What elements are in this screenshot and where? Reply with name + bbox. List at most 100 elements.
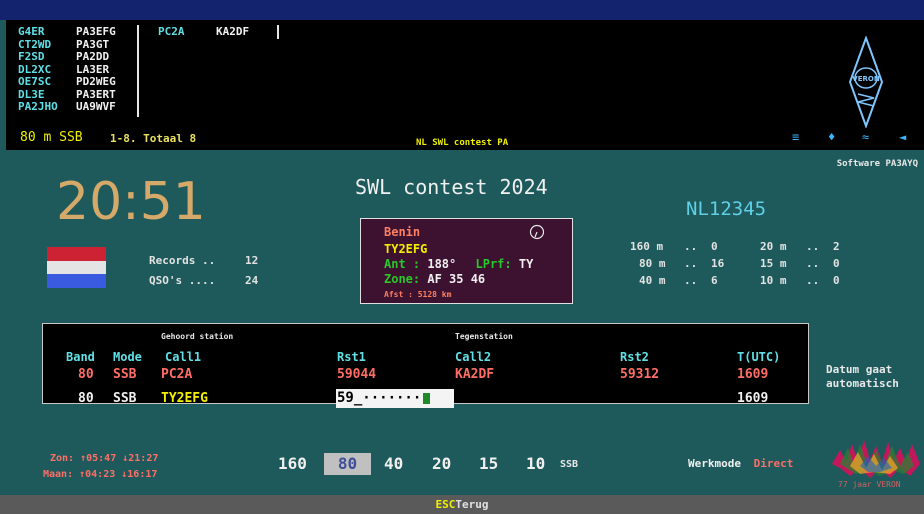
band-button-160[interactable]: 160 [278, 454, 307, 473]
col-header-time: T(UTC) [737, 350, 781, 364]
band-stat-160: 160 m [630, 240, 663, 253]
band-stat-band: 80 m [639, 257, 666, 270]
veron-logo-text: VERON [852, 75, 880, 83]
station-info-box: Benin TY2EFG Ant : 188° LPrf: TY Zone: A… [360, 218, 573, 304]
contest-name-small: NL SWL contest PA [416, 138, 509, 148]
band-stat-dots: .. [684, 274, 698, 287]
record-range: 1-8. Totaal 8 [110, 132, 197, 145]
spotted-call[interactable]: F2SD [18, 50, 58, 64]
compass-icon [529, 224, 545, 240]
qsos-value: 24 [245, 274, 259, 287]
zone-info: Zone: AF 35 46 [384, 272, 485, 286]
col-header-band: Band [66, 350, 95, 364]
spotted-call[interactable]: PA3EFG [76, 25, 116, 39]
spotted-call[interactable]: PA2DD [76, 50, 116, 64]
log-row1-call1[interactable]: PC2A [161, 367, 192, 382]
band-stat-band: 40 m [639, 274, 666, 287]
software-credit: Software PA3AYQ [836, 159, 918, 169]
escape-back-button[interactable]: ESCTerug [0, 498, 924, 511]
work-mode-label: Werkmode [688, 457, 741, 470]
contest-title: SWL contest 2024 [355, 175, 548, 199]
wave-icon[interactable]: ≈ [862, 130, 869, 144]
log-row1-rst1[interactable]: 59044 [337, 367, 376, 382]
moon-times: Maan: ↑04:23 ↓16:17 [43, 469, 158, 480]
band-stat-dots: .. [806, 257, 820, 270]
band-stat-count: 6 [711, 274, 718, 287]
spotted-call[interactable]: PA2JHO [18, 100, 58, 114]
band-button-10[interactable]: 10 [526, 454, 545, 473]
rst-input-field[interactable]: 59_······· [336, 389, 454, 408]
column-divider [137, 25, 139, 117]
text-cursor [423, 392, 431, 404]
log-row2-band[interactable]: 80 [78, 391, 94, 406]
log-row1-band[interactable]: 80 [78, 367, 94, 382]
col-header-call1: Call1 [165, 350, 202, 364]
spotted-call[interactable]: OE7SC [18, 75, 58, 89]
date-note-line: Datum gaat [826, 363, 893, 376]
band-stat-band: 10 m [760, 274, 787, 287]
menu-icon[interactable]: ≡ [792, 130, 799, 144]
band-stat-dots: .. [684, 240, 698, 253]
mode-indicator[interactable]: SSB [560, 459, 578, 470]
spotted-calls-col1: G4ER CT2WD F2SD DL2XC OE7SC DL3E PA2JHO [18, 25, 58, 114]
column-divider [277, 25, 279, 39]
flag-stripe [47, 247, 106, 261]
band-stat-dots: .. [684, 257, 698, 270]
records-value: 12 [245, 254, 259, 267]
band-button-20[interactable]: 20 [432, 454, 451, 473]
band-stat-count: 0 [833, 274, 840, 287]
info-callsign: TY2EFG [384, 242, 428, 256]
band-stat-count: 2 [833, 240, 840, 253]
col-header-rst1: Rst1 [337, 350, 366, 364]
heard-station-header: Gehoord station [161, 332, 234, 341]
band-stat-dots: .. [806, 274, 820, 287]
work-mode-value: Direct [753, 457, 794, 470]
ant-value: 188° [427, 257, 457, 271]
band-stat-count: 0 [833, 257, 840, 270]
log-row1-call2[interactable]: KA2DF [455, 367, 494, 382]
band-stat-band: 20 m [760, 240, 787, 253]
log-row2-mode[interactable]: SSB [113, 391, 136, 406]
back-arrow-icon[interactable]: ◄ [899, 130, 906, 144]
work-mode[interactable]: Werkmode Direct [688, 457, 793, 470]
anniversary-caption: 77 jaar VERON [838, 480, 901, 489]
log-row1-mode[interactable]: SSB [113, 367, 136, 382]
country-name: Benin [384, 225, 421, 239]
current-band-status: 80 m SSB [20, 130, 83, 145]
log-row1-time[interactable]: 1609 [737, 367, 768, 382]
log-row1-rst2[interactable]: 59312 [620, 367, 659, 382]
spotted-call[interactable]: UA9WVF [76, 100, 116, 114]
date-note-line: automatisch [826, 377, 899, 390]
log-row2-time[interactable]: 1609 [737, 391, 768, 406]
distance: Afst : 5128 km [384, 290, 452, 299]
ant-label: Ant : [384, 257, 421, 271]
band-button-80-selected[interactable]: 80 [324, 453, 371, 475]
band-button-15[interactable]: 15 [479, 454, 498, 473]
diamond-icon[interactable]: ♦ [828, 130, 835, 144]
sun-times: Zon: ↑05:47 ↓21:27 [50, 453, 159, 464]
band-stat-band: 160 m [630, 240, 664, 253]
lprf-value: TY [518, 257, 534, 271]
lprf-label: LPrf: [475, 257, 512, 271]
band-stat-count: 16 [711, 257, 725, 270]
band-stat-count: 0 [711, 240, 718, 253]
spotted-calls-col2: PA3EFG PA3GT PA2DD LA3ER PD2WEG PA3ERT U… [76, 25, 116, 114]
spotted-call[interactable]: KA2DF [216, 25, 249, 39]
veron-logo: VERON [848, 36, 884, 128]
antenna-bearing: Ant : 188° LPrf: TY [384, 257, 533, 271]
col-header-rst2: Rst2 [620, 350, 649, 364]
zone-value: AF 35 46 [427, 272, 486, 286]
band-button-40[interactable]: 40 [384, 454, 403, 473]
spotted-call[interactable]: PD2WEG [76, 75, 116, 89]
flag-stripe [47, 260, 106, 275]
spotted-call[interactable]: PC2A [158, 25, 185, 39]
clock: 20:51 [56, 172, 206, 232]
counter-station-header: Tegenstation [455, 332, 513, 341]
zone-label: Zone: [384, 272, 421, 286]
qsos-label: QSO's .... [149, 274, 216, 287]
band-stat-dots: .. [806, 240, 820, 253]
anniversary-logo [832, 440, 920, 478]
spotted-call[interactable]: G4ER [18, 25, 58, 39]
spotted-calls-panel: G4ER CT2WD F2SD DL2XC OE7SC DL3E PA2JHO … [6, 20, 924, 150]
log-row2-call1[interactable]: TY2EFG [161, 391, 208, 406]
